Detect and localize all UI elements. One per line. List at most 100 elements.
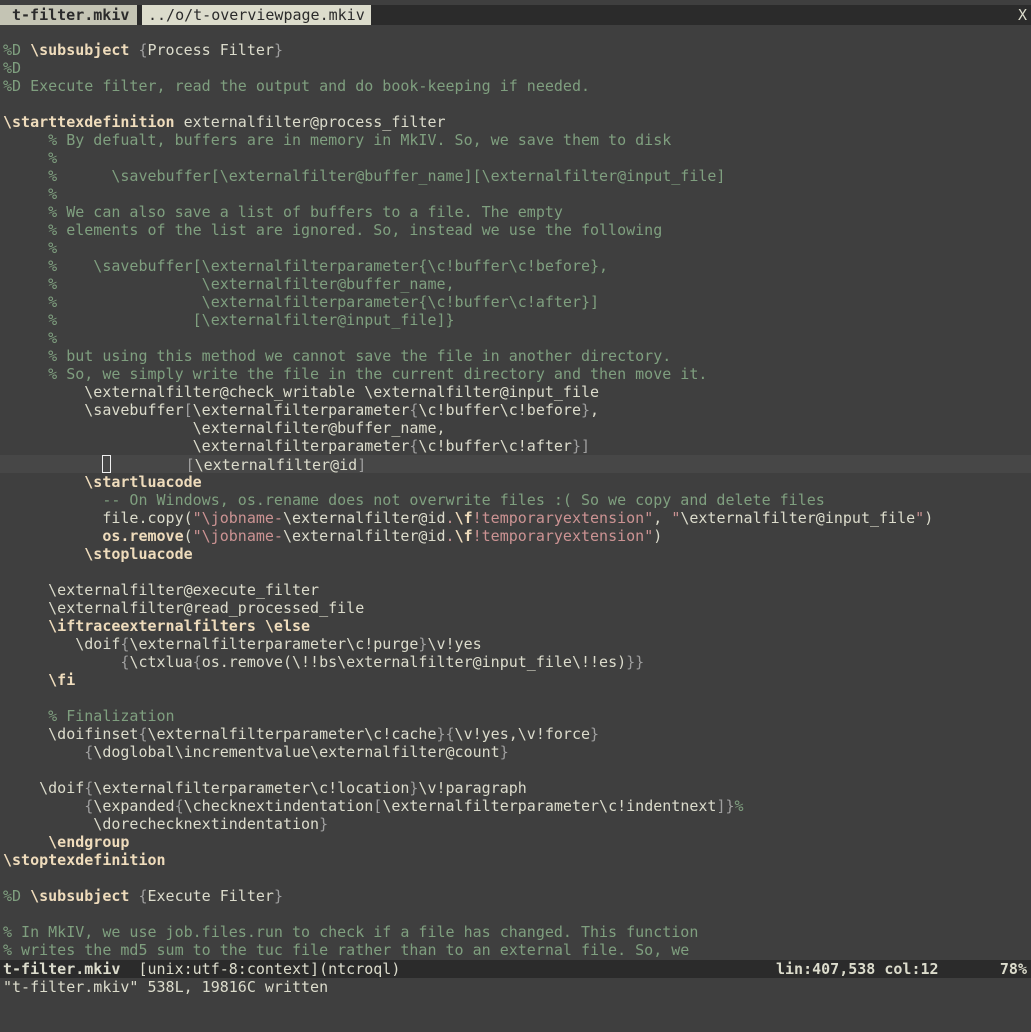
- code-token: \externalfilter@id: [282, 509, 446, 527]
- code-line[interactable]: % So, we simply write the file in the cu…: [3, 365, 1031, 383]
- command-line[interactable]: "t-filter.mkiv" 538L, 19816C written: [3, 978, 328, 996]
- code-line[interactable]: [3, 689, 1031, 707]
- code-line[interactable]: % By defualt, buffers are in memory in M…: [3, 131, 1031, 149]
- code-line[interactable]: % Finalization: [3, 707, 1031, 725]
- code-line[interactable]: \endgroup: [3, 833, 1031, 851]
- code-editor[interactable]: %D \subsubject {Process Filter} %D %D Exec…: [0, 41, 1031, 959]
- code-token: os.remove: [102, 527, 184, 545]
- code-token: \stoptexdefinition: [3, 851, 166, 869]
- code-line[interactable]: \stoptexdefinition: [3, 851, 1031, 869]
- code-token: %D: [3, 59, 22, 77]
- code-line[interactable]: \externalfilter@execute_filter: [3, 581, 1031, 599]
- code-token: ]}: [716, 797, 735, 815]
- code-token: file.copy(: [3, 509, 193, 527]
- code-line[interactable]: \externalfilter@read_processed_file: [3, 599, 1031, 617]
- code-line[interactable]: [\externalfilter@id]: [0, 455, 1031, 474]
- code-line[interactable]: \iftraceexternalfilters \else: [3, 617, 1031, 635]
- code-line[interactable]: \doif{\externalfilterparameter\c!purge}\…: [3, 635, 1031, 653]
- code-line[interactable]: \fi: [3, 671, 1031, 689]
- code-token: \externalfilterparameter\c!location: [93, 779, 410, 797]
- code-line[interactable]: % In MkIV, we use job.files.run to check…: [3, 923, 1031, 941]
- code-line[interactable]: -- On Windows, os.rename does not overwr…: [3, 491, 1031, 509]
- code-token: % but using this method we cannot save t…: [3, 347, 672, 365]
- code-line[interactable]: \doif{\externalfilterparameter\c!locatio…: [3, 779, 1031, 797]
- code-token: \c!buffer\c!after: [418, 437, 572, 455]
- code-line[interactable]: \startluacode: [3, 473, 1031, 491]
- code-line[interactable]: %D: [3, 59, 1031, 77]
- code-line[interactable]: % writes the md5 sum to the tuc file rat…: [3, 941, 1031, 959]
- code-line[interactable]: %D Execute filter, read the output and d…: [3, 77, 1031, 95]
- code-line[interactable]: % \savebuffer[\externalfilter@buffer_nam…: [3, 167, 1031, 185]
- code-token: {: [138, 887, 148, 905]
- code-line[interactable]: %D \subsubject {Execute Filter}: [3, 887, 1031, 905]
- code-token: (: [183, 527, 193, 545]
- code-token: \savebuffer: [3, 401, 184, 419]
- code-token: ]: [357, 456, 367, 474]
- code-token: .: [445, 527, 455, 545]
- code-token: \stopluacode: [84, 545, 193, 563]
- code-token: \v!paragraph: [418, 779, 527, 797]
- code-line[interactable]: os.remove("\jobname-\externalfilter@id.\…: [3, 527, 1031, 545]
- close-tab-button[interactable]: X: [1018, 5, 1027, 25]
- code-line[interactable]: \starttexdefinition externalfilter@proce…: [3, 113, 1031, 131]
- status-flags: [unix:utf-8:context](ntcroql): [120, 960, 401, 978]
- code-line[interactable]: % We can also save a list of buffers to …: [3, 203, 1031, 221]
- code-line[interactable]: \externalfilter@buffer_name,: [3, 419, 1031, 437]
- code-line[interactable]: %: [3, 239, 1031, 257]
- code-line[interactable]: {\doglobal\incrementvalue\externalfilter…: [3, 743, 1031, 761]
- code-token: \starttexdefinition: [3, 113, 175, 131]
- code-line[interactable]: \savebuffer[\externalfilterparameter{\c!…: [3, 401, 1031, 419]
- code-line[interactable]: % \externalfilterparameter{\c!buffer\c!a…: [3, 293, 1031, 311]
- code-token: {: [84, 797, 94, 815]
- code-token: {: [84, 779, 94, 797]
- code-token: ": [671, 509, 681, 527]
- code-token: %: [3, 329, 58, 347]
- code-token: {: [192, 653, 202, 671]
- code-token: ,: [590, 401, 600, 419]
- status-line: t-filter.mkiv [unix:utf-8:context](ntcro…: [0, 960, 1031, 978]
- code-line[interactable]: [3, 761, 1031, 779]
- code-token: !temporaryextension": [472, 527, 654, 545]
- code-line[interactable]: \externalfilter@check_writable \external…: [3, 383, 1031, 401]
- code-line[interactable]: [3, 563, 1031, 581]
- code-line[interactable]: % but using this method we cannot save t…: [3, 347, 1031, 365]
- code-line[interactable]: % \savebuffer[\externalfilterparameter{\…: [3, 257, 1031, 275]
- code-line[interactable]: {\expanded{\checknextindentation[\extern…: [3, 797, 1031, 815]
- code-line[interactable]: \externalfilterparameter{\c!buffer\c!aft…: [3, 437, 1031, 455]
- code-line[interactable]: [3, 95, 1031, 113]
- code-line[interactable]: file.copy("\jobname-\externalfilter@id.\…: [3, 509, 1031, 527]
- tab-overviewpage[interactable]: ../o/t-overviewpage.mkiv: [142, 5, 371, 25]
- code-token: \doif: [3, 779, 85, 797]
- code-token: "\jobname-: [192, 509, 283, 527]
- code-line[interactable]: \doifinset{\externalfilterparameter\c!ca…: [3, 725, 1031, 743]
- code-token: %: [734, 797, 744, 815]
- tab-t-filter[interactable]: t-filter.mkiv: [0, 5, 138, 25]
- code-token: ,: [653, 509, 672, 527]
- code-line[interactable]: %: [3, 185, 1031, 203]
- code-token: %: [3, 239, 58, 257]
- code-line[interactable]: [3, 869, 1031, 887]
- code-token: }]: [571, 437, 591, 455]
- code-token: % Finalization: [3, 707, 175, 725]
- code-line[interactable]: % \externalfilter@buffer_name,: [3, 275, 1031, 293]
- code-line[interactable]: %: [3, 329, 1031, 347]
- code-line[interactable]: \stopluacode: [3, 545, 1031, 563]
- code-line[interactable]: %D \subsubject {Process Filter}: [3, 41, 1031, 59]
- code-token: \externalfilter@id: [194, 456, 358, 474]
- code-line[interactable]: {\ctxlua{os.remove(\!!bs\externalfilter@…: [3, 653, 1031, 671]
- code-token: \externalfilterparameter\c!indentnext: [382, 797, 717, 815]
- code-line[interactable]: \dorechecknextindentation}: [3, 815, 1031, 833]
- status-file-info: t-filter.mkiv [unix:utf-8:context](ntcro…: [3, 960, 400, 978]
- code-token: \externalfilterparameter\c!cache: [147, 725, 437, 743]
- code-line[interactable]: % elements of the list are ignored. So, …: [3, 221, 1031, 239]
- code-line[interactable]: [3, 905, 1031, 923]
- status-percent: 78%: [999, 960, 1027, 978]
- code-line[interactable]: %: [3, 149, 1031, 167]
- code-line[interactable]: % [\externalfilter@input_file]}: [3, 311, 1031, 329]
- code-token: \checknextindentation: [183, 797, 374, 815]
